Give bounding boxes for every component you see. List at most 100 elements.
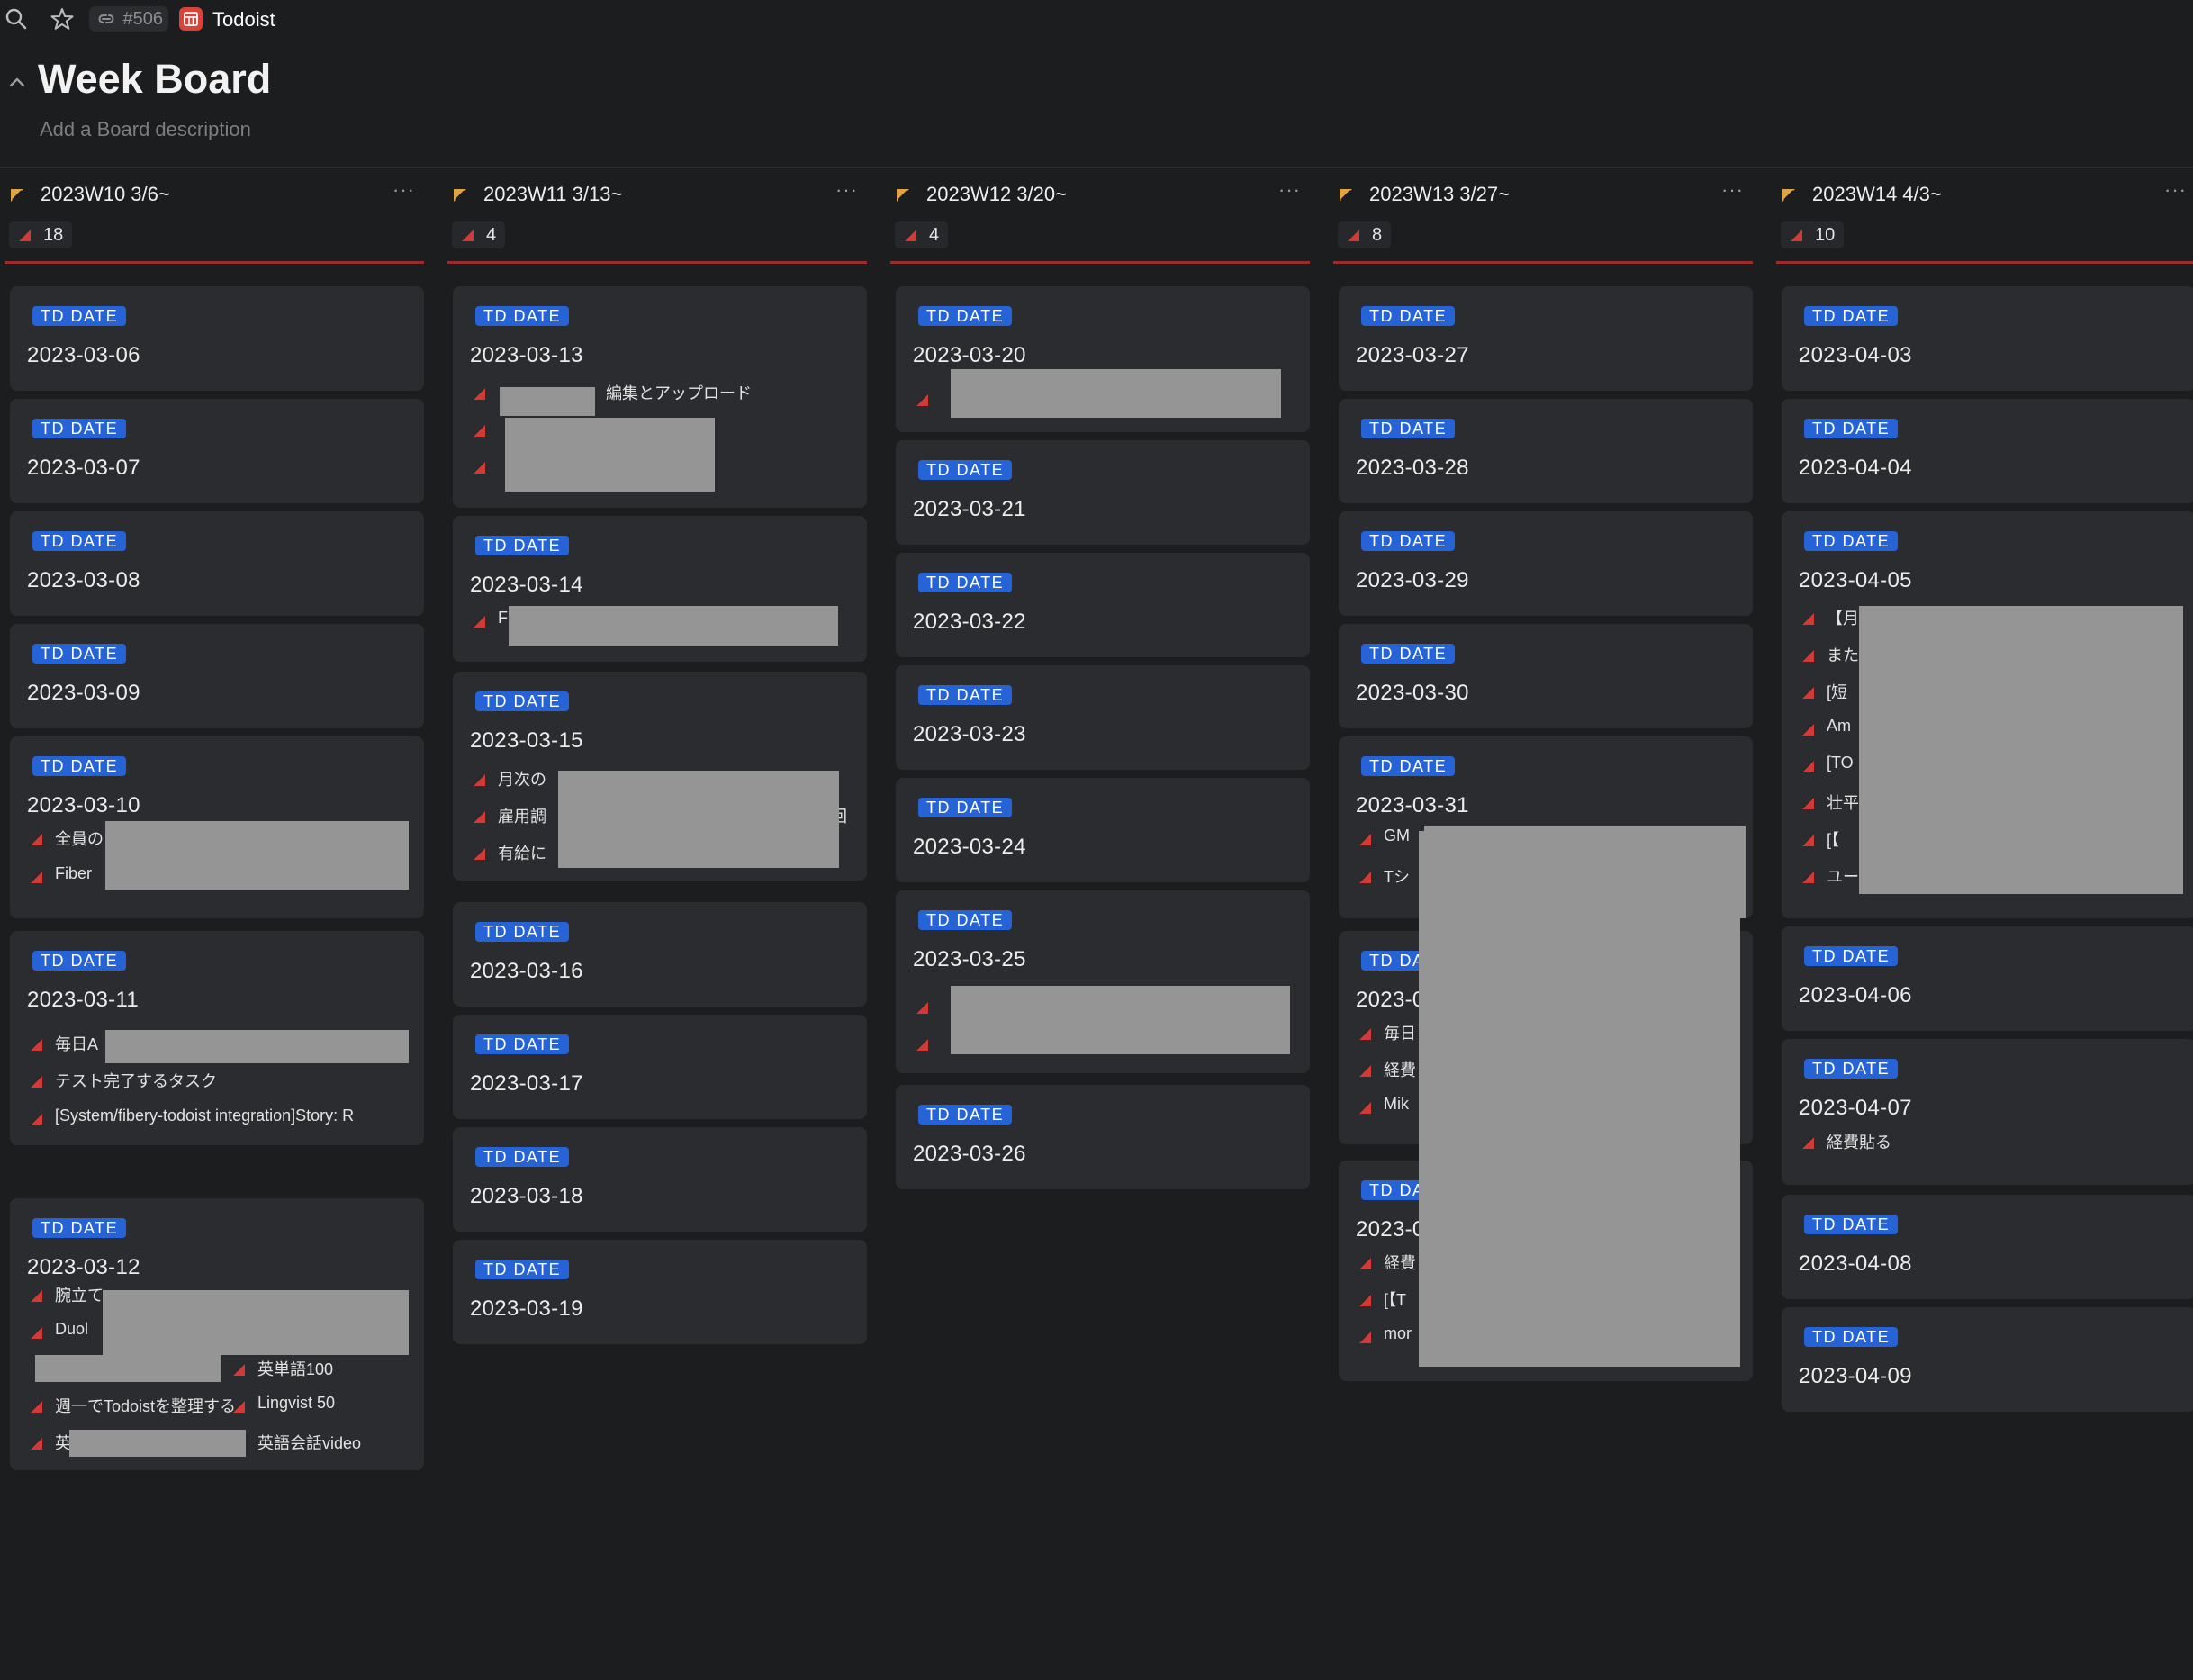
- td-date-tag[interactable]: TD DATE: [918, 460, 1013, 480]
- td-date-tag[interactable]: TD DATE: [32, 306, 127, 326]
- column-header[interactable]: 2023W11 3/13~ ···: [447, 176, 867, 212]
- date-card[interactable]: TD DATE 2023-03-10 全員の Fiber: [10, 736, 424, 918]
- card-date[interactable]: 2023-03-18: [470, 1184, 583, 1209]
- td-date-tag[interactable]: TD DATE: [1361, 419, 1456, 438]
- date-card[interactable]: TD DATE 2023-03-17: [453, 1015, 867, 1119]
- collapse-chevron-icon[interactable]: [9, 76, 25, 93]
- card-date[interactable]: 2023-03-25: [913, 947, 1026, 972]
- card-date[interactable]: 2023-03-28: [1356, 456, 1469, 481]
- td-date-tag[interactable]: TD DATE: [475, 536, 570, 555]
- td-date-tag[interactable]: TD DATE: [918, 573, 1013, 592]
- date-card[interactable]: TD DATE 2023-03-22: [896, 553, 1310, 657]
- td-date-tag[interactable]: TD DATE: [1804, 1215, 1899, 1234]
- date-card[interactable]: TD DATE 2023-03-29: [1339, 511, 1753, 616]
- card-date[interactable]: 2023-03-10: [27, 793, 140, 818]
- card-date[interactable]: 2023-04-09: [1799, 1364, 1912, 1389]
- td-date-tag[interactable]: TD DATE: [475, 1034, 570, 1054]
- td-date-tag[interactable]: TD DATE: [475, 1147, 570, 1167]
- card-date[interactable]: 2023-04-07: [1799, 1096, 1912, 1121]
- td-date-tag[interactable]: TD DATE: [1804, 1327, 1899, 1347]
- td-date-tag[interactable]: TD DATE: [1361, 531, 1456, 551]
- date-card[interactable]: TD DATE 2023-04-04: [1782, 399, 2193, 503]
- card-date[interactable]: 2023-04-03: [1799, 343, 1912, 368]
- date-card[interactable]: TD DATE 2023-03-26: [896, 1085, 1310, 1189]
- more-options-icon[interactable]: ···: [1721, 178, 1744, 202]
- card-date[interactable]: 2023-03-06: [27, 343, 140, 368]
- card-date[interactable]: 2023-03-26: [913, 1142, 1026, 1167]
- td-date-tag[interactable]: TD DATE: [918, 798, 1013, 817]
- td-date-tag[interactable]: TD DATE: [32, 419, 127, 438]
- card-date[interactable]: 2023-03-15: [470, 728, 583, 754]
- td-date-tag[interactable]: TD DATE: [475, 306, 570, 326]
- card-date[interactable]: 2023-04-06: [1799, 983, 1912, 1008]
- td-date-tag[interactable]: TD DATE: [1361, 644, 1456, 664]
- card-date[interactable]: 2023-03-22: [913, 610, 1026, 635]
- card-date[interactable]: 2023-03-24: [913, 835, 1026, 860]
- td-date-tag[interactable]: TD DATE: [918, 685, 1013, 705]
- card-date[interactable]: 2023-04-05: [1799, 568, 1912, 593]
- td-date-tag[interactable]: TD DATE: [32, 1218, 127, 1238]
- card-date[interactable]: 2023-04-08: [1799, 1251, 1912, 1277]
- td-date-tag[interactable]: TD DATE: [32, 756, 127, 776]
- date-card[interactable]: TD DATE 2023-03-28: [1339, 399, 1753, 503]
- td-date-tag[interactable]: TD DATE: [1361, 756, 1456, 776]
- date-card[interactable]: TD DATE 2023-03-06: [10, 286, 424, 391]
- card-date[interactable]: 2023-03-31: [1356, 793, 1469, 818]
- date-card[interactable]: TD DATE 2023-03-15 月次の 雇用調 有給に回: [453, 672, 867, 881]
- card-date[interactable]: 2023-03-29: [1356, 568, 1469, 593]
- column-header[interactable]: 2023W13 3/27~ ···: [1333, 176, 1753, 212]
- date-card[interactable]: TD DATE 2023-03-25: [896, 890, 1310, 1073]
- date-card[interactable]: TD DATE 2023-03-23: [896, 665, 1310, 770]
- td-date-tag[interactable]: TD DATE: [32, 951, 127, 971]
- column-title[interactable]: 2023W10 3/6~: [41, 183, 170, 206]
- date-card[interactable]: TD DATE 2023-03-20: [896, 286, 1310, 432]
- column-title[interactable]: 2023W14 4/3~: [1812, 183, 1942, 206]
- app-name[interactable]: Todoist: [212, 8, 275, 32]
- date-card[interactable]: TD DATE 2023-03-21: [896, 440, 1310, 545]
- date-card[interactable]: TD DATE 2023-04-08: [1782, 1195, 2193, 1299]
- reference-chip[interactable]: #506: [89, 6, 168, 32]
- column-title[interactable]: 2023W11 3/13~: [483, 183, 622, 206]
- date-card[interactable]: TD DATE 2023-03-07: [10, 399, 424, 503]
- td-date-tag[interactable]: TD DATE: [918, 910, 1013, 930]
- card-date[interactable]: 2023-03-09: [27, 681, 140, 706]
- column-header[interactable]: 2023W14 4/3~ ···: [1776, 176, 2193, 212]
- card-date[interactable]: 2023-03-12: [27, 1255, 140, 1280]
- td-date-tag[interactable]: TD DATE: [1804, 1059, 1899, 1079]
- date-card[interactable]: TD DATE 2023-03-27: [1339, 286, 1753, 391]
- star-icon[interactable]: [50, 7, 74, 31]
- date-card[interactable]: TD DATE 2023-03-08: [10, 511, 424, 616]
- date-card[interactable]: TD DATE 2023-03-12 腕立て Duol 英単語100 週一でTodoist…: [10, 1198, 424, 1470]
- date-card[interactable]: TD DATE 2023-03-11 毎日A テスト完了するタスク [System/fi…: [10, 931, 424, 1145]
- date-card[interactable]: TD DATE 2023-03-16: [453, 902, 867, 1007]
- more-options-icon[interactable]: ···: [1278, 178, 1301, 202]
- card-date[interactable]: 2023-03-16: [470, 959, 583, 984]
- board-description-input[interactable]: Add a Board description: [40, 118, 251, 141]
- td-date-tag[interactable]: TD DATE: [32, 531, 127, 551]
- td-date-tag[interactable]: TD DATE: [1804, 306, 1899, 326]
- card-date[interactable]: 2023-03-17: [470, 1071, 583, 1097]
- date-card[interactable]: TD DATE 2023-03-30: [1339, 624, 1753, 728]
- card-date[interactable]: 2023-03-07: [27, 456, 140, 481]
- more-options-icon[interactable]: ···: [835, 178, 858, 202]
- card-date[interactable]: 2023-03-14: [470, 573, 583, 598]
- card-date[interactable]: 2023-03-08: [27, 568, 140, 593]
- card-date[interactable]: 2023-03-11: [27, 988, 139, 1013]
- date-card[interactable]: TD DATE 2023-04-05 【月 また [短 Am [TO 壮平 [【 ユー: [1782, 511, 2193, 918]
- card-date[interactable]: 2023-03-19: [470, 1296, 583, 1322]
- more-options-icon[interactable]: ···: [2164, 178, 2187, 202]
- card-date[interactable]: 2023-03-23: [913, 722, 1026, 747]
- card-date[interactable]: 2023-04-04: [1799, 456, 1912, 481]
- td-date-tag[interactable]: TD DATE: [1361, 306, 1456, 326]
- card-date[interactable]: 2023-0: [1356, 1217, 1425, 1242]
- date-card[interactable]: TD DATE 2023-04-09: [1782, 1307, 2193, 1412]
- date-card[interactable]: TD DATE 2023-03-14 F: [453, 516, 867, 662]
- card-date[interactable]: 2023-03-21: [913, 497, 1026, 522]
- td-date-tag[interactable]: TD DATE: [1804, 419, 1899, 438]
- td-date-tag[interactable]: TD DATE: [475, 922, 570, 942]
- td-date-tag[interactable]: TD DATE: [918, 306, 1013, 326]
- date-card[interactable]: TD DATE 2023-04-06: [1782, 926, 2193, 1031]
- td-date-tag[interactable]: TD DATE: [1804, 946, 1899, 966]
- date-card[interactable]: TD DATE 2023-04-07 経費貼る: [1782, 1039, 2193, 1185]
- date-card[interactable]: TD DATE 2023-03-18: [453, 1127, 867, 1232]
